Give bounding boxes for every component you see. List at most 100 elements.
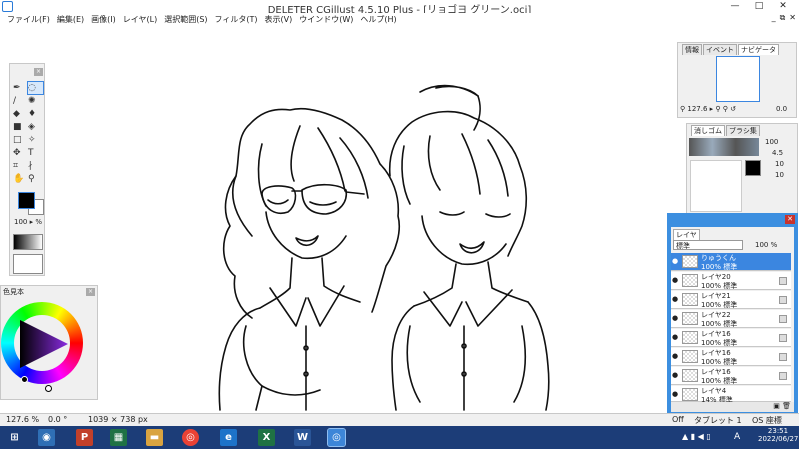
word-icon[interactable]: W <box>294 429 311 446</box>
menu-layer[interactable]: レイヤ(L) <box>123 14 157 25</box>
windows-start-icon[interactable]: ⊞ <box>6 429 23 446</box>
deleter-cgillust-taskbar-icon[interactable]: ◎ <box>327 428 346 447</box>
menu-file[interactable]: ファイル(F) <box>7 14 50 25</box>
brush-value-3[interactable]: 10 <box>775 171 784 179</box>
bucket-tool-icon[interactable]: ◈ <box>28 121 43 133</box>
layer-row[interactable]: ● レイヤ21 100% 標準 <box>671 291 791 309</box>
maximize-button[interactable]: □ <box>748 0 770 13</box>
layer-panel-close-button[interactable]: ✕ <box>785 215 795 224</box>
text-tool-icon[interactable]: T <box>28 147 43 159</box>
layer-row[interactable]: ● りゅうくん 100% 標準 <box>671 253 791 271</box>
layer-panel: ✕ レイヤ 標準 100 % ● りゅうくん 100% 標準 ● レイヤ20 1… <box>667 213 798 413</box>
tool-palette-close-button[interactable]: × <box>34 68 43 76</box>
layer-row[interactable]: ● レイヤ22 100% 標準 <box>671 310 791 328</box>
close-button[interactable]: ✕ <box>772 0 794 13</box>
layer-toolbar: ▣ 🗑 <box>671 402 794 412</box>
color-picker-handle[interactable] <box>21 376 28 383</box>
layer-row[interactable]: ● レイヤ20 100% 標準 <box>671 272 791 290</box>
file-explorer-icon[interactable]: ▬ <box>146 429 163 446</box>
gradient-swatch[interactable] <box>13 234 43 250</box>
layer-opacity-mode: 100% 標準 <box>701 320 738 328</box>
tab-layer[interactable]: レイヤ <box>673 229 700 240</box>
boy-hair <box>419 84 479 97</box>
tab-navigator[interactable]: ナビゲータ <box>738 44 779 55</box>
zoom-tool-icon[interactable]: ⚲ <box>28 173 43 185</box>
visibility-eye-icon[interactable]: ● <box>672 276 680 284</box>
visibility-eye-icon[interactable]: ● <box>672 333 680 341</box>
menu-window[interactable]: ウインドウ(W) <box>299 14 353 25</box>
brush-panel: 消しゴム ブラシ集 100 4.5 10 10 <box>686 123 798 215</box>
brush-value-1[interactable]: 4.5 <box>772 149 783 157</box>
internet-explorer-icon[interactable]: e <box>220 429 237 446</box>
visibility-eye-icon[interactable]: ● <box>672 390 680 398</box>
move-tool-icon[interactable]: ✥ <box>13 147 28 159</box>
blend-mode-select[interactable]: 標準 <box>673 240 743 250</box>
pattern-swatch[interactable] <box>13 254 43 274</box>
layer-opacity[interactable]: 100 % <box>755 241 777 249</box>
tray-icons[interactable]: ▲ ▮ ◀ ▯ <box>682 432 711 441</box>
brush-preview[interactable] <box>689 138 759 156</box>
excel-icon[interactable]: X <box>258 429 275 446</box>
doc-restore-button[interactable]: ⧉ <box>780 13 786 23</box>
menu-image[interactable]: 画像(I) <box>91 14 116 25</box>
chrome-icon[interactable]: ◎ <box>182 429 199 446</box>
magic-wand-icon[interactable]: ✧ <box>28 134 43 146</box>
drawing-canvas[interactable] <box>0 26 668 412</box>
airbrush-tool-icon[interactable]: ✺ <box>28 95 43 107</box>
navigator-zoom[interactable]: ⚲ 127.6 ▸ ⚲ ⚲ ↺ <box>680 105 736 113</box>
minimize-button[interactable]: — <box>724 0 746 13</box>
menu-view[interactable]: 表示(V) <box>265 14 293 25</box>
tab-info[interactable]: 情報 <box>682 44 702 55</box>
dropper-tool-icon[interactable]: ♦ <box>28 108 43 120</box>
menu-edit[interactable]: 編集(E) <box>57 14 84 25</box>
hue-picker-handle[interactable] <box>45 385 52 392</box>
new-layer-icon[interactable]: ▣ <box>773 402 780 410</box>
brush-size[interactable]: 100 <box>765 138 778 146</box>
tab-brush-collection[interactable]: ブラシ集 <box>726 125 760 136</box>
visibility-eye-icon[interactable]: ● <box>672 371 680 379</box>
glasses-right <box>301 183 348 215</box>
layer-row[interactable]: ● レイヤ16 100% 標準 <box>671 348 791 366</box>
clock[interactable]: 23:51 2022/06/27 <box>758 427 798 443</box>
visibility-eye-icon[interactable]: ● <box>672 352 680 360</box>
visibility-eye-icon[interactable]: ● <box>672 314 680 322</box>
menu-help[interactable]: ヘルプ(H) <box>360 14 396 25</box>
hand-tool-icon[interactable]: ✋ <box>13 173 28 185</box>
layer-row[interactable]: ● レイヤ4 14% 標準 <box>671 386 791 404</box>
layer-row[interactable]: ● レイヤ16 100% 標準 <box>671 329 791 347</box>
layer-row[interactable]: ● レイヤ16 100% 標準 <box>671 367 791 385</box>
brush-color-swatch[interactable] <box>745 160 761 176</box>
blur-tool-icon[interactable]: ◆ <box>13 108 28 120</box>
brush-size-value[interactable]: 100 ▸ % <box>14 218 42 226</box>
delete-layer-icon[interactable]: 🗑 <box>782 402 791 410</box>
brush-tool-icon[interactable]: ∕ <box>13 95 28 107</box>
lasso-tool-icon[interactable]: ◌ <box>27 81 44 95</box>
powerpoint-icon[interactable]: P <box>76 429 93 446</box>
layer-mask-icon <box>779 372 787 380</box>
navigator-angle[interactable]: 0.0 <box>776 105 787 113</box>
color-palette-close-button[interactable]: × <box>86 288 95 296</box>
crop-tool-icon[interactable]: ⌗ <box>13 160 28 172</box>
menu-selection[interactable]: 選択範囲(S) <box>164 14 207 25</box>
foreground-color-swatch[interactable] <box>18 192 35 209</box>
fill-tool-icon[interactable]: ■ <box>13 121 28 133</box>
tab-event[interactable]: イベント <box>703 44 737 55</box>
color-palette-title: 色見本 <box>3 288 24 296</box>
saturation-triangle[interactable] <box>16 316 70 372</box>
pen-tool-icon[interactable]: ✒ <box>13 82 28 94</box>
navigator-preview[interactable] <box>716 56 760 102</box>
menu-filter[interactable]: フィルタ(T) <box>215 14 258 25</box>
visibility-eye-icon[interactable]: ● <box>672 295 680 303</box>
brush-value-2[interactable]: 10 <box>775 160 784 168</box>
eyedrop-icon[interactable]: ∤ <box>28 160 43 172</box>
app-grid-icon[interactable]: ▦ <box>110 429 127 446</box>
title-bar: DELETER CGillust 4.5.10 Plus - [リョゴヨ グリー… <box>0 0 799 16</box>
tab-eraser[interactable]: 消しゴム <box>691 125 725 136</box>
app-globe-icon[interactable]: ◉ <box>38 429 55 446</box>
doc-close-button[interactable]: ✕ <box>789 13 796 23</box>
doc-minimize-button[interactable]: _ <box>772 13 776 23</box>
visibility-eye-icon[interactable]: ● <box>672 257 680 265</box>
ime-indicator[interactable]: A <box>734 432 740 442</box>
select-rect-icon[interactable]: □ <box>13 134 28 146</box>
brush-tip-preview[interactable] <box>690 160 742 212</box>
